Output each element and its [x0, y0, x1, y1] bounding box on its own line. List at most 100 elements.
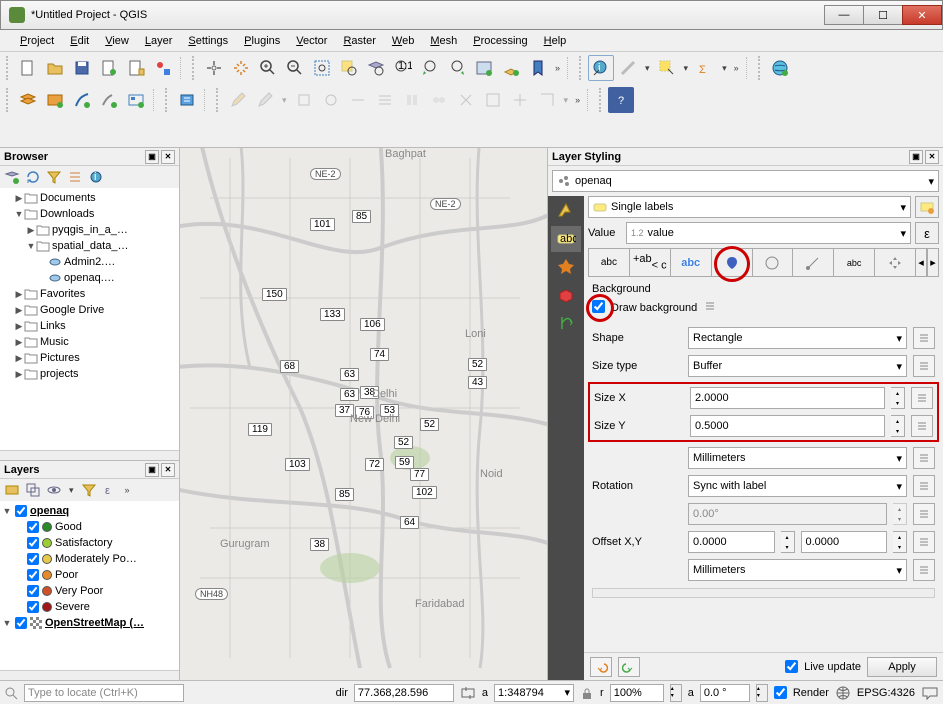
render-checkbox[interactable] [774, 686, 787, 699]
new-project-icon[interactable] [15, 55, 41, 81]
browser-tree-item[interactable]: ▼Downloads [2, 206, 177, 222]
redo-button[interactable] [618, 657, 640, 677]
new-print-layout-icon[interactable] [96, 55, 122, 81]
zoom-out-icon[interactable] [282, 55, 308, 81]
3d-tab-icon[interactable] [551, 282, 581, 308]
measure-icon[interactable] [615, 55, 641, 81]
toolbar-overflow[interactable]: » [731, 63, 742, 73]
layer-tree-item[interactable]: Satisfactory [2, 535, 177, 551]
crs-icon[interactable] [835, 685, 851, 701]
save-edits-icon[interactable] [252, 87, 278, 113]
pan-icon[interactable] [201, 55, 227, 81]
new-3d-view-icon[interactable] [498, 55, 524, 81]
toolbar-overflow[interactable]: » [552, 63, 563, 73]
offset-units-select[interactable]: Millimeters▾ [688, 559, 907, 581]
draw-background-checkbox[interactable] [592, 300, 605, 313]
magnifier-spinner[interactable]: ▴▾ [670, 684, 682, 702]
edit-pencil-icon[interactable] [225, 87, 251, 113]
size-units-select[interactable]: Millimeters▾ [688, 447, 907, 469]
layer-tree-item[interactable]: Very Poor [2, 583, 177, 599]
placement-tab[interactable]: abc [833, 248, 875, 276]
help-icon[interactable]: ? [608, 87, 634, 113]
size-y-spinner[interactable]: ▴▾ [891, 415, 905, 437]
menu-project[interactable]: Project [12, 32, 62, 50]
size-type-data-defined[interactable] [913, 355, 935, 377]
shadow-tab[interactable] [752, 248, 794, 276]
browser-tree-item[interactable]: openaq.… [2, 270, 177, 286]
expression-button[interactable]: ε [915, 222, 939, 244]
browser-tree[interactable]: ▶Documents▼Downloads▶pyqgis_in_a_…▼spati… [0, 188, 179, 450]
layers-scrollbar[interactable] [0, 670, 179, 680]
edit-tool-icon[interactable] [399, 87, 425, 113]
save-icon[interactable] [69, 55, 95, 81]
raster-layer-icon[interactable] [42, 87, 68, 113]
offset-units-data-defined[interactable] [913, 559, 935, 581]
offset-y-input[interactable]: 0.0000 [801, 531, 888, 553]
add-layer-icon[interactable] [3, 168, 21, 186]
browser-undock-button[interactable]: ▣ [145, 150, 159, 164]
layer-tree-item[interactable]: ▼OpenStreetMap (… [2, 615, 177, 631]
form-scrollbar[interactable] [592, 588, 935, 598]
identify-icon[interactable]: i [588, 55, 614, 81]
layer-visibility-icon[interactable] [45, 481, 63, 499]
rendering-tab[interactable] [874, 248, 916, 276]
menu-view[interactable]: View [97, 32, 137, 50]
shape-data-defined[interactable] [913, 327, 935, 349]
magnifier-input[interactable]: 100% [610, 684, 664, 702]
styling-close-button[interactable]: ✕ [925, 150, 939, 164]
zoom-in-icon[interactable] [255, 55, 281, 81]
history-tab-icon[interactable] [551, 310, 581, 336]
browser-tree-item[interactable]: ▶Pictures [2, 350, 177, 366]
edit-tool-icon[interactable] [426, 87, 452, 113]
zoom-layer-icon[interactable] [363, 55, 389, 81]
menu-layer[interactable]: Layer [137, 32, 181, 50]
edit-tool-icon[interactable] [291, 87, 317, 113]
menu-edit[interactable]: Edit [62, 32, 97, 50]
toolbar-handle[interactable] [579, 56, 585, 80]
size-x-spinner[interactable]: ▴▾ [891, 387, 905, 409]
new-map-view-icon[interactable] [471, 55, 497, 81]
value-field-select[interactable]: 1.2 value ▾ [626, 222, 911, 244]
draw-bg-data-defined[interactable] [703, 299, 717, 316]
style-manager-icon[interactable] [150, 55, 176, 81]
layer-filter-icon[interactable] [80, 481, 98, 499]
browser-tree-item[interactable]: Admin2.… [2, 254, 177, 270]
deselect-icon[interactable]: Σ [692, 55, 718, 81]
browser-close-button[interactable]: ✕ [161, 150, 175, 164]
toolbar-handle[interactable] [216, 88, 222, 112]
browser-tree-item[interactable]: ▶Google Drive [2, 302, 177, 318]
styling-layer-selector[interactable]: openaq ▾ [552, 170, 939, 192]
maximize-button[interactable]: ☐ [863, 5, 903, 25]
edit-tool-icon[interactable] [480, 87, 506, 113]
scale-input[interactable]: 1:348794▾ [494, 684, 574, 702]
labels-tab-icon[interactable]: abc [551, 226, 581, 252]
toolbar-handle[interactable] [6, 88, 12, 112]
close-button[interactable]: ✕ [902, 5, 942, 25]
apply-button[interactable]: Apply [867, 657, 937, 677]
open-project-icon[interactable] [42, 55, 68, 81]
browser-tree-item[interactable]: ▶Music [2, 334, 177, 350]
edit-tool-icon[interactable] [453, 87, 479, 113]
show-bookmarks-icon[interactable] [525, 55, 551, 81]
size-x-input[interactable]: 2.0000 [690, 387, 885, 409]
toolbar-overflow[interactable]: » [572, 95, 583, 105]
rotation-status-input[interactable]: 0.0 ° [700, 684, 750, 702]
vector-layer-icon[interactable] [15, 87, 41, 113]
browser-tree-item[interactable]: ▶Favorites [2, 286, 177, 302]
buffer-tab[interactable]: abc [670, 248, 712, 276]
background-tab[interactable] [711, 248, 753, 276]
virtual-layer-icon[interactable] [123, 87, 149, 113]
toolbar-handle[interactable] [192, 56, 198, 80]
undo-button[interactable] [590, 657, 612, 677]
browser-tree-item[interactable]: ▶pyqgis_in_a_… [2, 222, 177, 238]
masks-tab-icon[interactable] [551, 254, 581, 280]
collapse-icon[interactable] [66, 168, 84, 186]
edit-tool-icon[interactable] [372, 87, 398, 113]
zoom-next-icon[interactable] [444, 55, 470, 81]
rotation-data-defined[interactable] [913, 475, 935, 497]
menu-web[interactable]: Web [384, 32, 422, 50]
layout-manager-icon[interactable] [123, 55, 149, 81]
zoom-last-icon[interactable] [417, 55, 443, 81]
size-x-data-defined[interactable] [911, 387, 933, 409]
zoom-selection-icon[interactable] [336, 55, 362, 81]
